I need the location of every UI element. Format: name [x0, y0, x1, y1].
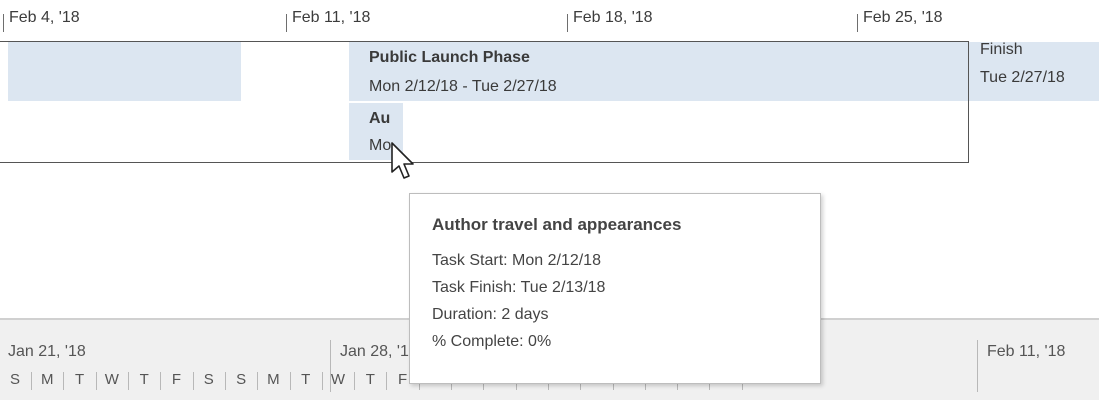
tooltip-task-finish: Task Finish: Tue 2/13/18	[432, 279, 606, 296]
timescale-day-label: M	[41, 371, 54, 388]
day-divider	[224, 372, 226, 390]
day-divider	[95, 372, 97, 390]
timescale-week-label: Jan 21, '18	[8, 343, 86, 360]
timeline-bar[interactable]	[8, 42, 241, 101]
timescale-day-label: M	[267, 371, 280, 388]
day-divider	[321, 372, 323, 390]
timescale-day-label: T	[75, 371, 85, 388]
tooltip-task-start: Task Start: Mon 2/12/18	[432, 252, 601, 269]
tooltip-duration: Duration: 2 days	[432, 306, 549, 323]
timescale-day-label: T	[301, 371, 311, 388]
timeline-finish-date: Tue 2/27/18	[980, 69, 1065, 86]
timeline-date: Feb 11, '18	[286, 8, 370, 32]
timeline-date: Feb 18, '18	[567, 8, 653, 32]
timescale-day-label: T	[365, 371, 375, 388]
day-divider	[192, 372, 194, 390]
day-divider	[128, 372, 130, 390]
day-divider	[31, 372, 33, 390]
task-tooltip: Author travel and appearances Task Start…	[409, 193, 821, 384]
timeline-date: Feb 25, '18	[857, 8, 943, 32]
day-divider	[257, 372, 259, 390]
mouse-pointer-icon	[391, 142, 414, 179]
timescale-day-label: S	[9, 371, 20, 388]
day-divider	[354, 372, 356, 390]
day-divider	[289, 372, 291, 390]
timescale-week-label: Jan 28, '18	[340, 343, 418, 360]
day-divider	[160, 372, 162, 390]
day-divider	[386, 372, 388, 390]
timescale-day-label: T	[139, 371, 149, 388]
tooltip-title: Author travel and appearances	[432, 215, 682, 234]
timescale-day-label: F	[171, 371, 182, 388]
task-dates-author-travel[interactable]: Mo	[369, 137, 391, 155]
timescale-day-label: W	[104, 371, 119, 388]
timescale-day-label: W	[330, 371, 346, 388]
timeline-finish-label: Finish	[980, 41, 1023, 58]
tooltip-percent-complete: % Complete: 0%	[432, 333, 552, 350]
task-title-public-launch[interactable]: Public Launch Phase	[369, 49, 530, 67]
timescale-day-label: S	[203, 371, 214, 388]
week-divider	[977, 340, 978, 392]
timescale-week-label: Feb 11, '18	[987, 343, 1066, 360]
task-dates-public-launch[interactable]: Mon 2/12/18 - Tue 2/27/18	[369, 78, 557, 96]
task-title-author-travel[interactable]: Au	[369, 110, 390, 128]
timescale-day-label: S	[236, 371, 247, 388]
timeline-date: Feb 4, '18	[3, 8, 80, 32]
day-divider	[63, 372, 65, 390]
